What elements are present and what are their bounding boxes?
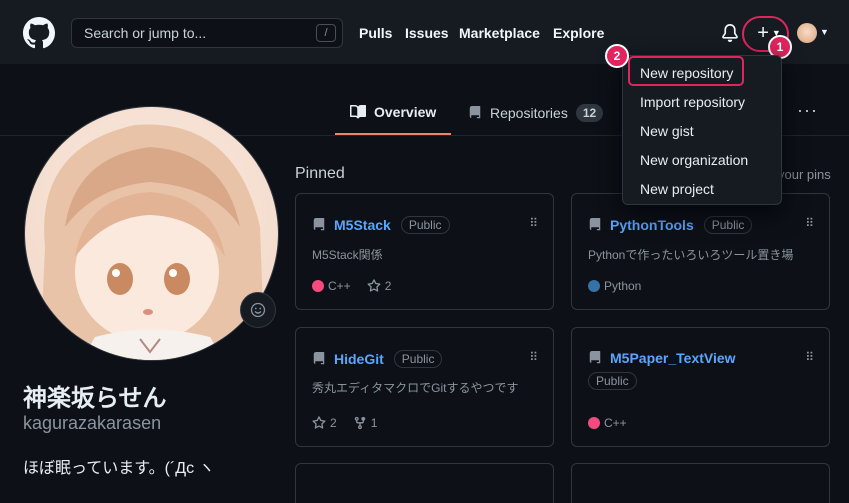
nav-marketplace[interactable]: Marketplace (459, 25, 540, 41)
visibility-label: Public (400, 216, 450, 234)
language-color-dot (588, 280, 600, 292)
menu-item-new-project[interactable]: New project (640, 181, 714, 197)
visibility-label: Public (703, 216, 753, 234)
pinned-repo-card: M5Paper_TextView Public ⠿ C++ (571, 327, 830, 447)
drag-handle-icon[interactable]: ⠿ (805, 350, 814, 364)
pinned-repo-card (571, 463, 830, 503)
user-avatar-menu[interactable] (797, 23, 817, 43)
repo-icon (469, 106, 481, 119)
fork-count: 1 (370, 416, 378, 430)
profile-username: kagurazakarasen (23, 413, 162, 433)
visibility-label: Public (588, 372, 637, 390)
menu-item-import-repository[interactable]: Import repository (640, 94, 745, 110)
nav-pulls[interactable]: Pulls (359, 25, 392, 41)
repo-language: C++ (312, 279, 351, 293)
language-name: C++ (328, 279, 351, 293)
search-shortcut-key: / (316, 24, 336, 42)
profile-bio: ほぼ眠っています。(´Дc ヽ (23, 460, 215, 477)
repo-description: M5Stack関係 (312, 248, 383, 262)
repo-icon (589, 351, 601, 364)
menu-item-new-organization[interactable]: New organization (640, 152, 748, 168)
repo-name-link[interactable]: HideGit (334, 351, 384, 367)
customize-pins-link[interactable]: your pins (778, 167, 831, 182)
language-name: Python (604, 279, 642, 293)
profile-display-name: 神楽坂らせん (23, 385, 167, 412)
language-color-dot (588, 417, 600, 429)
pinned-repo-card: PythonTools Public ⠿ Pythonで作ったいろいろツール置き… (571, 193, 830, 310)
star-icon (367, 279, 381, 292)
star-count: 2 (330, 416, 337, 430)
drag-handle-icon[interactable]: ⠿ (529, 216, 538, 230)
repo-language: Python (588, 279, 641, 293)
nav-issues[interactable]: Issues (405, 25, 449, 41)
language-color-dot (312, 280, 324, 292)
repo-icon (589, 218, 601, 231)
repo-name-link[interactable]: M5Stack (334, 217, 391, 233)
anime-avatar-illustration (25, 107, 278, 360)
menu-item-new-gist[interactable]: New gist (640, 123, 694, 139)
set-status-button[interactable] (240, 292, 276, 328)
fork-icon (354, 416, 365, 430)
notifications-bell-icon[interactable] (721, 24, 739, 42)
tab-repositories-label: Repositories (490, 105, 568, 121)
repo-description: Pythonで作ったいろいろツール置き場 (588, 248, 794, 262)
repo-stars[interactable]: 2 (367, 279, 392, 293)
github-logo-icon[interactable] (23, 17, 55, 49)
more-tabs-button[interactable]: ··· (797, 100, 818, 121)
smiley-icon (250, 302, 266, 318)
star-icon (312, 416, 326, 429)
pinned-heading: Pinned (295, 165, 345, 182)
repo-forks[interactable]: 1 (353, 416, 378, 430)
repo-icon (313, 352, 325, 365)
step-2-badge: 2 (605, 44, 629, 68)
tab-overview-label: Overview (374, 104, 437, 120)
new-repository-highlight (628, 56, 744, 86)
drag-handle-icon[interactable]: ⠿ (805, 216, 814, 230)
repo-name-link[interactable]: PythonTools (610, 217, 694, 233)
repo-name-link[interactable]: M5Paper_TextView (610, 350, 736, 366)
tab-repositories[interactable]: Repositories 12 (468, 104, 604, 122)
drag-handle-icon[interactable]: ⠿ (529, 350, 538, 364)
book-icon (350, 104, 366, 119)
repositories-count-badge: 12 (575, 104, 604, 122)
repo-language: C++ (588, 416, 627, 430)
profile-avatar[interactable] (24, 106, 279, 361)
repo-icon (313, 218, 325, 231)
pinned-repo-card: HideGit Public ⠿ 秀丸エディタマクロでGitするやつです 2 1 (295, 327, 554, 447)
repo-description: 秀丸エディタマクロでGitするやつです (312, 381, 519, 395)
search-input[interactable]: Search or jump to... / (71, 18, 343, 48)
pinned-repo-card: M5Stack Public ⠿ M5Stack関係 C++ 2 (295, 193, 554, 310)
avatar-caret-icon: ▼ (820, 27, 829, 37)
active-tab-underline (335, 133, 451, 135)
language-name: C++ (604, 416, 627, 430)
pinned-repo-card (295, 463, 554, 503)
star-count: 2 (384, 279, 392, 293)
tab-overview[interactable]: Overview (350, 104, 436, 120)
search-placeholder: Search or jump to... (84, 25, 207, 41)
nav-explore[interactable]: Explore (553, 25, 604, 41)
repo-stars[interactable]: 2 (312, 416, 337, 430)
visibility-label: Public (393, 350, 443, 368)
